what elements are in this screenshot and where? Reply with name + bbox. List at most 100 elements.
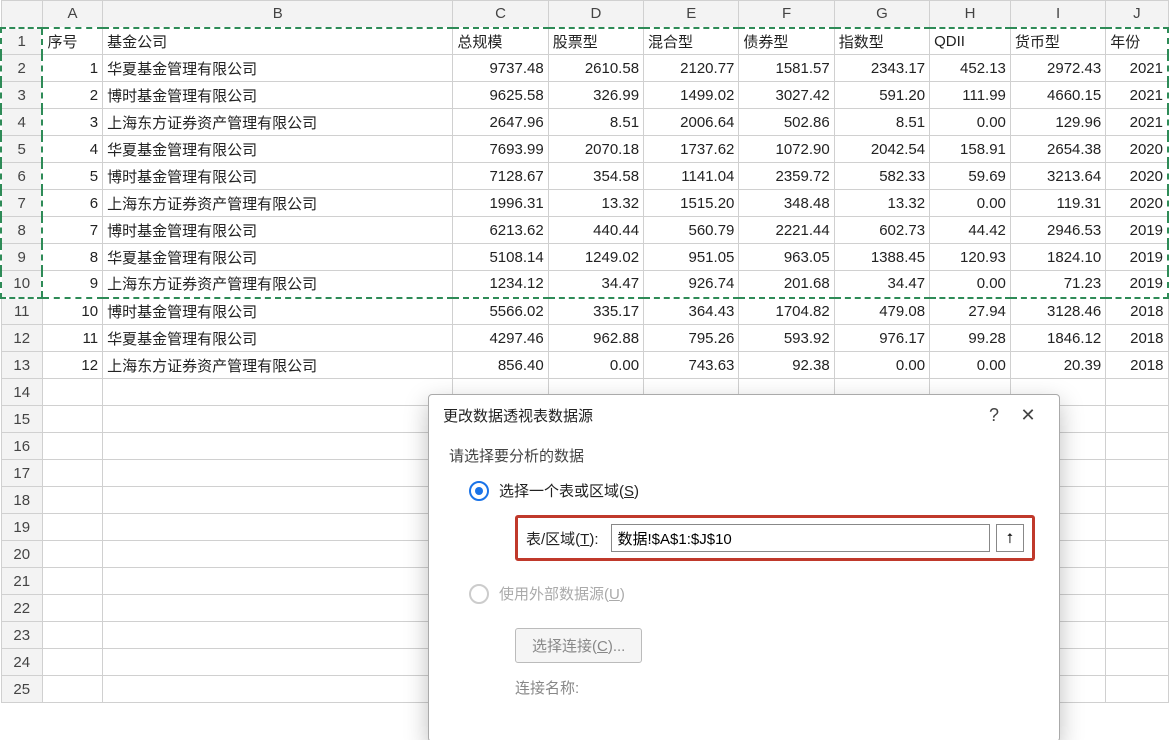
select-all-corner[interactable] bbox=[1, 1, 42, 28]
cell[interactable]: QDII bbox=[930, 28, 1011, 55]
cell[interactable]: 34.47 bbox=[834, 271, 929, 298]
cell[interactable]: 7128.67 bbox=[453, 163, 548, 190]
cell[interactable]: 92.38 bbox=[739, 352, 834, 379]
cell[interactable]: 99.28 bbox=[930, 325, 1011, 352]
row-header[interactable]: 17 bbox=[1, 460, 42, 487]
row-header[interactable]: 8 bbox=[1, 217, 42, 244]
row-header[interactable]: 19 bbox=[1, 514, 42, 541]
col-F[interactable]: F bbox=[739, 1, 834, 28]
cell[interactable] bbox=[42, 433, 102, 460]
row-header[interactable]: 7 bbox=[1, 190, 42, 217]
cell[interactable] bbox=[1106, 379, 1168, 406]
cell[interactable] bbox=[103, 649, 453, 676]
row-header[interactable]: 23 bbox=[1, 622, 42, 649]
cell[interactable]: 华夏基金管理有限公司 bbox=[103, 244, 453, 271]
cell[interactable]: 13.32 bbox=[548, 190, 643, 217]
col-H[interactable]: H bbox=[930, 1, 1011, 28]
cell[interactable]: 1249.02 bbox=[548, 244, 643, 271]
cell[interactable]: 795.26 bbox=[644, 325, 739, 352]
cell[interactable]: 股票型 bbox=[548, 28, 643, 55]
cell[interactable]: 1824.10 bbox=[1010, 244, 1105, 271]
cell[interactable]: 0.00 bbox=[930, 352, 1011, 379]
row-header[interactable]: 11 bbox=[1, 298, 42, 325]
cell[interactable]: 2019 bbox=[1106, 217, 1168, 244]
cell[interactable]: 71.23 bbox=[1010, 271, 1105, 298]
cell[interactable]: 华夏基金管理有限公司 bbox=[103, 55, 453, 82]
cell[interactable]: 364.43 bbox=[644, 298, 739, 325]
cell[interactable]: 上海东方证券资产管理有限公司 bbox=[103, 271, 453, 298]
col-B[interactable]: B bbox=[103, 1, 453, 28]
cell[interactable]: 混合型 bbox=[644, 28, 739, 55]
col-E[interactable]: E bbox=[644, 1, 739, 28]
col-D[interactable]: D bbox=[548, 1, 643, 28]
cell[interactable]: 7693.99 bbox=[453, 136, 548, 163]
cell[interactable]: 201.68 bbox=[739, 271, 834, 298]
cell[interactable]: 0.00 bbox=[834, 352, 929, 379]
cell[interactable]: 1072.90 bbox=[739, 136, 834, 163]
cell[interactable]: 1388.45 bbox=[834, 244, 929, 271]
row-header[interactable]: 6 bbox=[1, 163, 42, 190]
row-header[interactable]: 2 bbox=[1, 55, 42, 82]
cell[interactable]: 0.00 bbox=[930, 109, 1011, 136]
col-C[interactable]: C bbox=[453, 1, 548, 28]
cell[interactable] bbox=[103, 487, 453, 514]
cell[interactable]: 593.92 bbox=[739, 325, 834, 352]
cell[interactable]: 5566.02 bbox=[453, 298, 548, 325]
cell[interactable]: 976.17 bbox=[834, 325, 929, 352]
cell[interactable] bbox=[103, 406, 453, 433]
row-header[interactable]: 4 bbox=[1, 109, 42, 136]
cell[interactable]: 2021 bbox=[1106, 109, 1168, 136]
cell[interactable]: 59.69 bbox=[930, 163, 1011, 190]
option-select-table-range[interactable]: 选择一个表或区域(S) bbox=[469, 480, 1039, 501]
cell[interactable] bbox=[42, 568, 102, 595]
col-A[interactable]: A bbox=[42, 1, 102, 28]
cell[interactable]: 2647.96 bbox=[453, 109, 548, 136]
cell[interactable]: 2021 bbox=[1106, 55, 1168, 82]
cell[interactable]: 1499.02 bbox=[644, 82, 739, 109]
cell[interactable] bbox=[42, 379, 102, 406]
cell[interactable] bbox=[1106, 487, 1168, 514]
cell[interactable]: 44.42 bbox=[930, 217, 1011, 244]
cell[interactable]: 8.51 bbox=[548, 109, 643, 136]
cell[interactable] bbox=[1106, 649, 1168, 676]
cell[interactable]: 9737.48 bbox=[453, 55, 548, 82]
table-row[interactable]: 1211华夏基金管理有限公司4297.46962.88795.26593.929… bbox=[1, 325, 1168, 352]
row-header[interactable]: 10 bbox=[1, 271, 42, 298]
cell[interactable]: 1234.12 bbox=[453, 271, 548, 298]
cell[interactable]: 2042.54 bbox=[834, 136, 929, 163]
cell[interactable]: 上海东方证券资产管理有限公司 bbox=[103, 109, 453, 136]
cell[interactable] bbox=[103, 433, 453, 460]
row-header[interactable]: 21 bbox=[1, 568, 42, 595]
cell[interactable]: 1515.20 bbox=[644, 190, 739, 217]
cell[interactable]: 2120.77 bbox=[644, 55, 739, 82]
cell[interactable]: 0.00 bbox=[930, 271, 1011, 298]
cell[interactable] bbox=[103, 379, 453, 406]
row-header[interactable]: 1 bbox=[1, 28, 42, 55]
cell[interactable]: 总规模 bbox=[453, 28, 548, 55]
cell[interactable]: 591.20 bbox=[834, 82, 929, 109]
cell[interactable]: 6213.62 bbox=[453, 217, 548, 244]
cell[interactable]: 602.73 bbox=[834, 217, 929, 244]
cell[interactable]: 2343.17 bbox=[834, 55, 929, 82]
cell[interactable]: 10 bbox=[42, 298, 102, 325]
cell[interactable]: 8 bbox=[42, 244, 102, 271]
table-row[interactable]: 109上海东方证券资产管理有限公司1234.1234.47926.74201.6… bbox=[1, 271, 1168, 298]
cell[interactable]: 2070.18 bbox=[548, 136, 643, 163]
cell[interactable] bbox=[1106, 406, 1168, 433]
cell[interactable] bbox=[42, 460, 102, 487]
cell[interactable] bbox=[1106, 433, 1168, 460]
table-row[interactable]: 43上海东方证券资产管理有限公司2647.968.512006.64502.86… bbox=[1, 109, 1168, 136]
cell[interactable]: 962.88 bbox=[548, 325, 643, 352]
cell[interactable]: 序号 bbox=[42, 28, 102, 55]
cell[interactable]: 34.47 bbox=[548, 271, 643, 298]
cell[interactable]: 华夏基金管理有限公司 bbox=[103, 325, 453, 352]
cell[interactable]: 2018 bbox=[1106, 298, 1168, 325]
cell[interactable] bbox=[1106, 622, 1168, 649]
cell[interactable]: 2019 bbox=[1106, 244, 1168, 271]
cell[interactable] bbox=[103, 541, 453, 568]
row-header[interactable]: 20 bbox=[1, 541, 42, 568]
cell[interactable]: 上海东方证券资产管理有限公司 bbox=[103, 352, 453, 379]
radio-checked-icon[interactable] bbox=[469, 481, 489, 501]
row-header[interactable]: 14 bbox=[1, 379, 42, 406]
cell[interactable] bbox=[103, 676, 453, 703]
